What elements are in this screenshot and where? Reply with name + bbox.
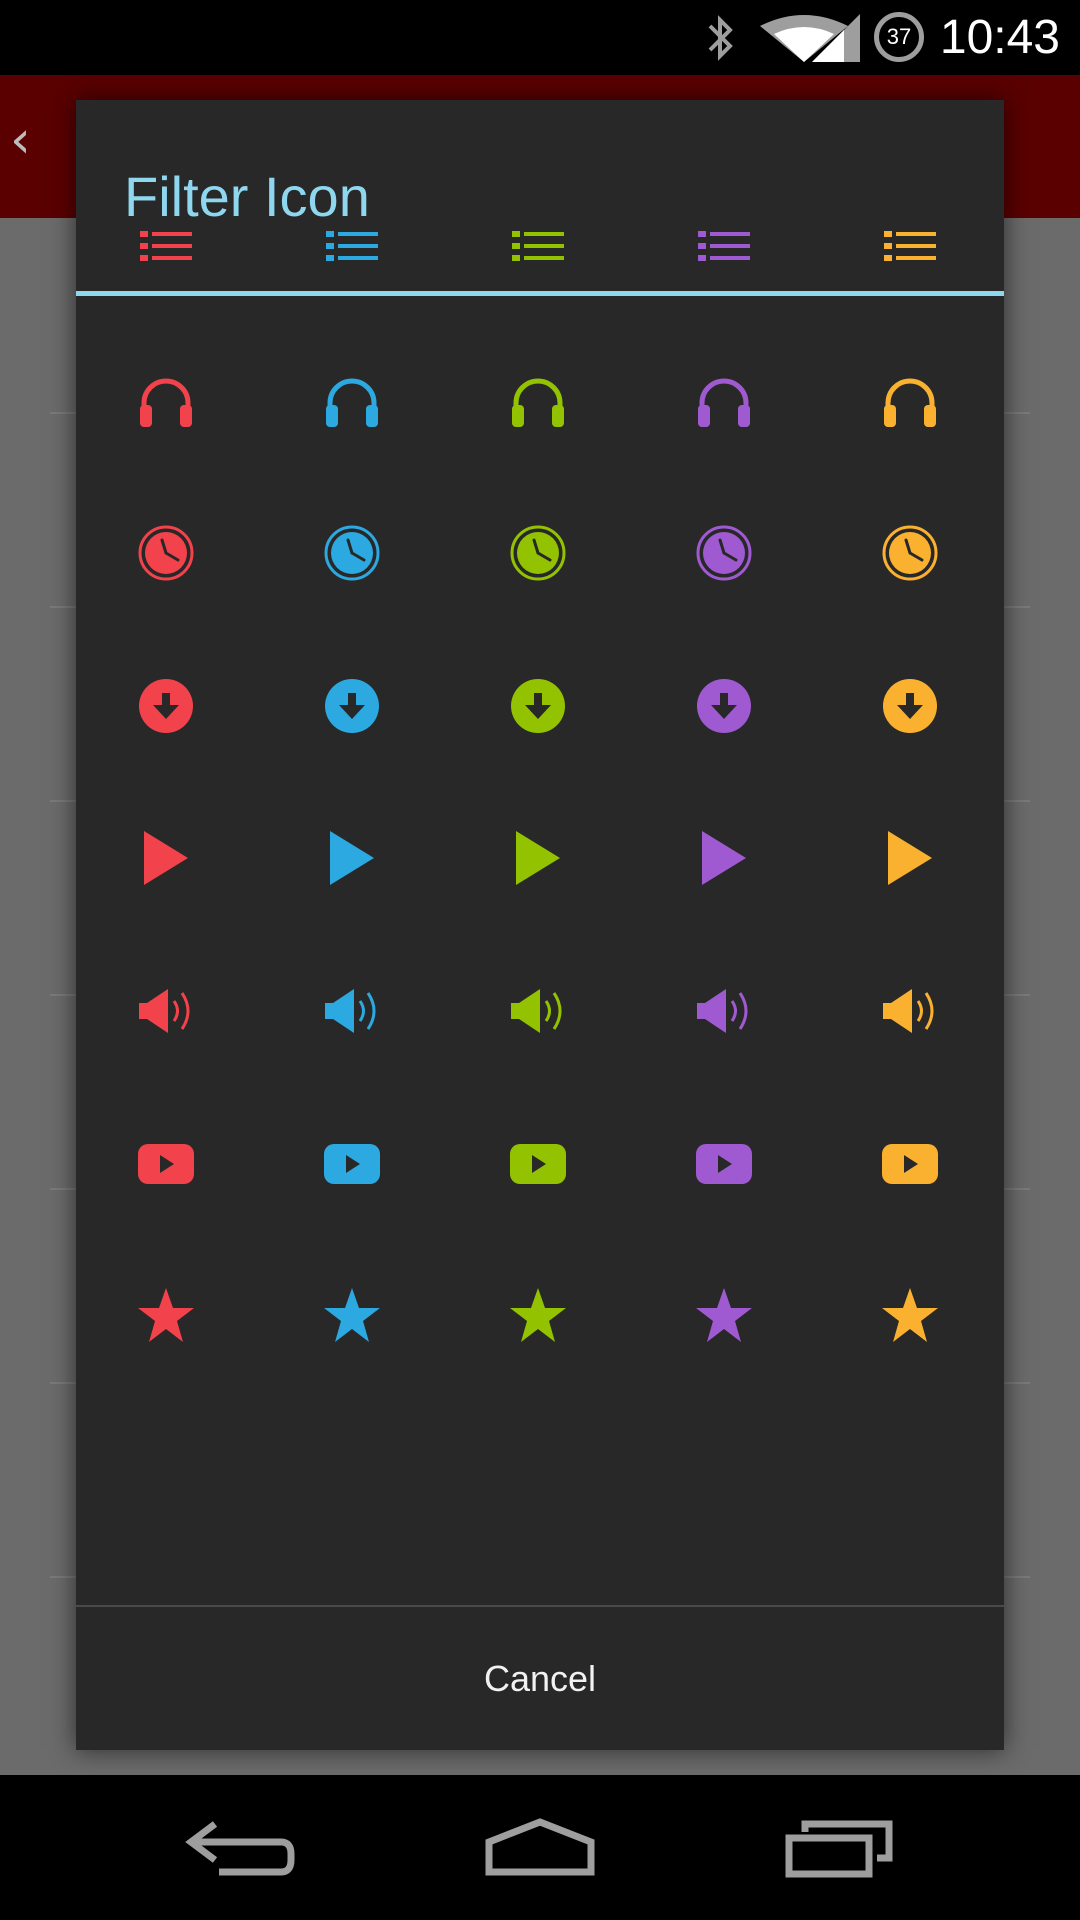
download-icon <box>883 679 937 733</box>
icon-option[interactable] <box>664 493 784 613</box>
filter-icon-dialog: Filter Icon Cancel <box>76 100 1004 1750</box>
cancel-button[interactable]: Cancel <box>76 1607 1004 1750</box>
icon-option[interactable] <box>292 1104 412 1224</box>
star-icon <box>324 1288 380 1342</box>
clock-icon <box>510 525 566 581</box>
headphones-icon <box>326 378 378 427</box>
icon-option[interactable] <box>478 1104 598 1224</box>
icon-option[interactable] <box>850 493 970 613</box>
clock-icon <box>882 525 938 581</box>
list-icon <box>884 231 936 261</box>
home-button[interactable] <box>440 1775 640 1920</box>
icon-option[interactable] <box>850 951 970 1071</box>
list-icon <box>140 231 192 261</box>
list-icon <box>512 231 564 261</box>
back-icon <box>185 1820 295 1875</box>
headphones-icon <box>512 378 564 427</box>
clock-icon <box>324 525 380 581</box>
icon-option[interactable] <box>292 646 412 766</box>
icon-option[interactable] <box>478 798 598 918</box>
volume-icon <box>511 989 562 1033</box>
background-back-arrow-icon: ‹ <box>10 110 31 170</box>
video-play-icon <box>696 1144 752 1184</box>
download-icon <box>697 679 751 733</box>
icon-option[interactable] <box>478 951 598 1071</box>
list-icon <box>326 231 378 261</box>
icon-option[interactable] <box>664 1104 784 1224</box>
status-bar: 37 10:43 <box>0 0 1080 75</box>
icon-option[interactable] <box>664 951 784 1071</box>
play-icon <box>516 831 560 885</box>
icon-option[interactable] <box>850 646 970 766</box>
play-icon <box>330 831 374 885</box>
bluetooth-icon <box>708 15 733 61</box>
play-icon <box>702 831 746 885</box>
download-icon <box>325 679 379 733</box>
headphones-icon <box>698 378 750 427</box>
volume-icon <box>139 989 190 1033</box>
home-icon <box>485 1817 595 1875</box>
star-icon <box>510 1288 566 1342</box>
icon-option[interactable] <box>478 341 598 461</box>
video-play-icon <box>882 1144 938 1184</box>
icon-option[interactable] <box>292 493 412 613</box>
icon-option[interactable] <box>478 186 598 306</box>
clock-icon <box>696 525 752 581</box>
volume-icon <box>325 989 376 1033</box>
battery-icon: 37 <box>874 12 924 62</box>
icon-option[interactable] <box>292 798 412 918</box>
icon-option[interactable] <box>478 1256 598 1376</box>
icon-option[interactable] <box>292 1256 412 1376</box>
icon-option[interactable] <box>106 646 226 766</box>
star-icon <box>138 1288 194 1342</box>
icon-option[interactable] <box>106 951 226 1071</box>
video-play-icon <box>510 1144 566 1184</box>
icon-option[interactable] <box>850 186 970 306</box>
play-icon <box>888 831 932 885</box>
star-icon <box>882 1288 938 1342</box>
icon-option[interactable] <box>478 493 598 613</box>
icon-option[interactable] <box>850 1256 970 1376</box>
icon-option[interactable] <box>106 341 226 461</box>
list-icon <box>698 231 750 261</box>
icon-option[interactable] <box>106 1104 226 1224</box>
icon-option[interactable] <box>664 1256 784 1376</box>
recent-apps-icon <box>785 1820 893 1877</box>
cellular-signal-icon <box>812 14 860 62</box>
icon-option[interactable] <box>292 186 412 306</box>
star-icon <box>696 1288 752 1342</box>
download-icon <box>511 679 565 733</box>
battery-level: 37 <box>886 24 912 49</box>
icon-option[interactable] <box>292 341 412 461</box>
icon-option[interactable] <box>664 186 784 306</box>
icon-option[interactable] <box>850 798 970 918</box>
clock-time: 10:43 <box>939 11 1060 64</box>
volume-icon <box>697 989 748 1033</box>
icon-option[interactable] <box>106 798 226 918</box>
icon-option[interactable] <box>106 186 226 306</box>
icon-option[interactable] <box>850 1104 970 1224</box>
recent-apps-button[interactable] <box>740 1775 940 1920</box>
headphones-icon <box>140 378 192 427</box>
download-icon <box>139 679 193 733</box>
video-play-icon <box>324 1144 380 1184</box>
icon-option[interactable] <box>850 341 970 461</box>
navigation-bar <box>0 1775 1080 1920</box>
icon-option[interactable] <box>106 1256 226 1376</box>
play-icon <box>144 831 188 885</box>
icon-option[interactable] <box>664 798 784 918</box>
icon-option[interactable] <box>478 646 598 766</box>
icon-option[interactable] <box>664 646 784 766</box>
back-button[interactable] <box>140 1775 340 1920</box>
headphones-icon <box>884 378 936 427</box>
icon-option[interactable] <box>664 341 784 461</box>
icon-option[interactable] <box>106 493 226 613</box>
volume-icon <box>883 989 934 1033</box>
video-play-icon <box>138 1144 194 1184</box>
clock-icon <box>138 525 194 581</box>
icon-option[interactable] <box>292 951 412 1071</box>
